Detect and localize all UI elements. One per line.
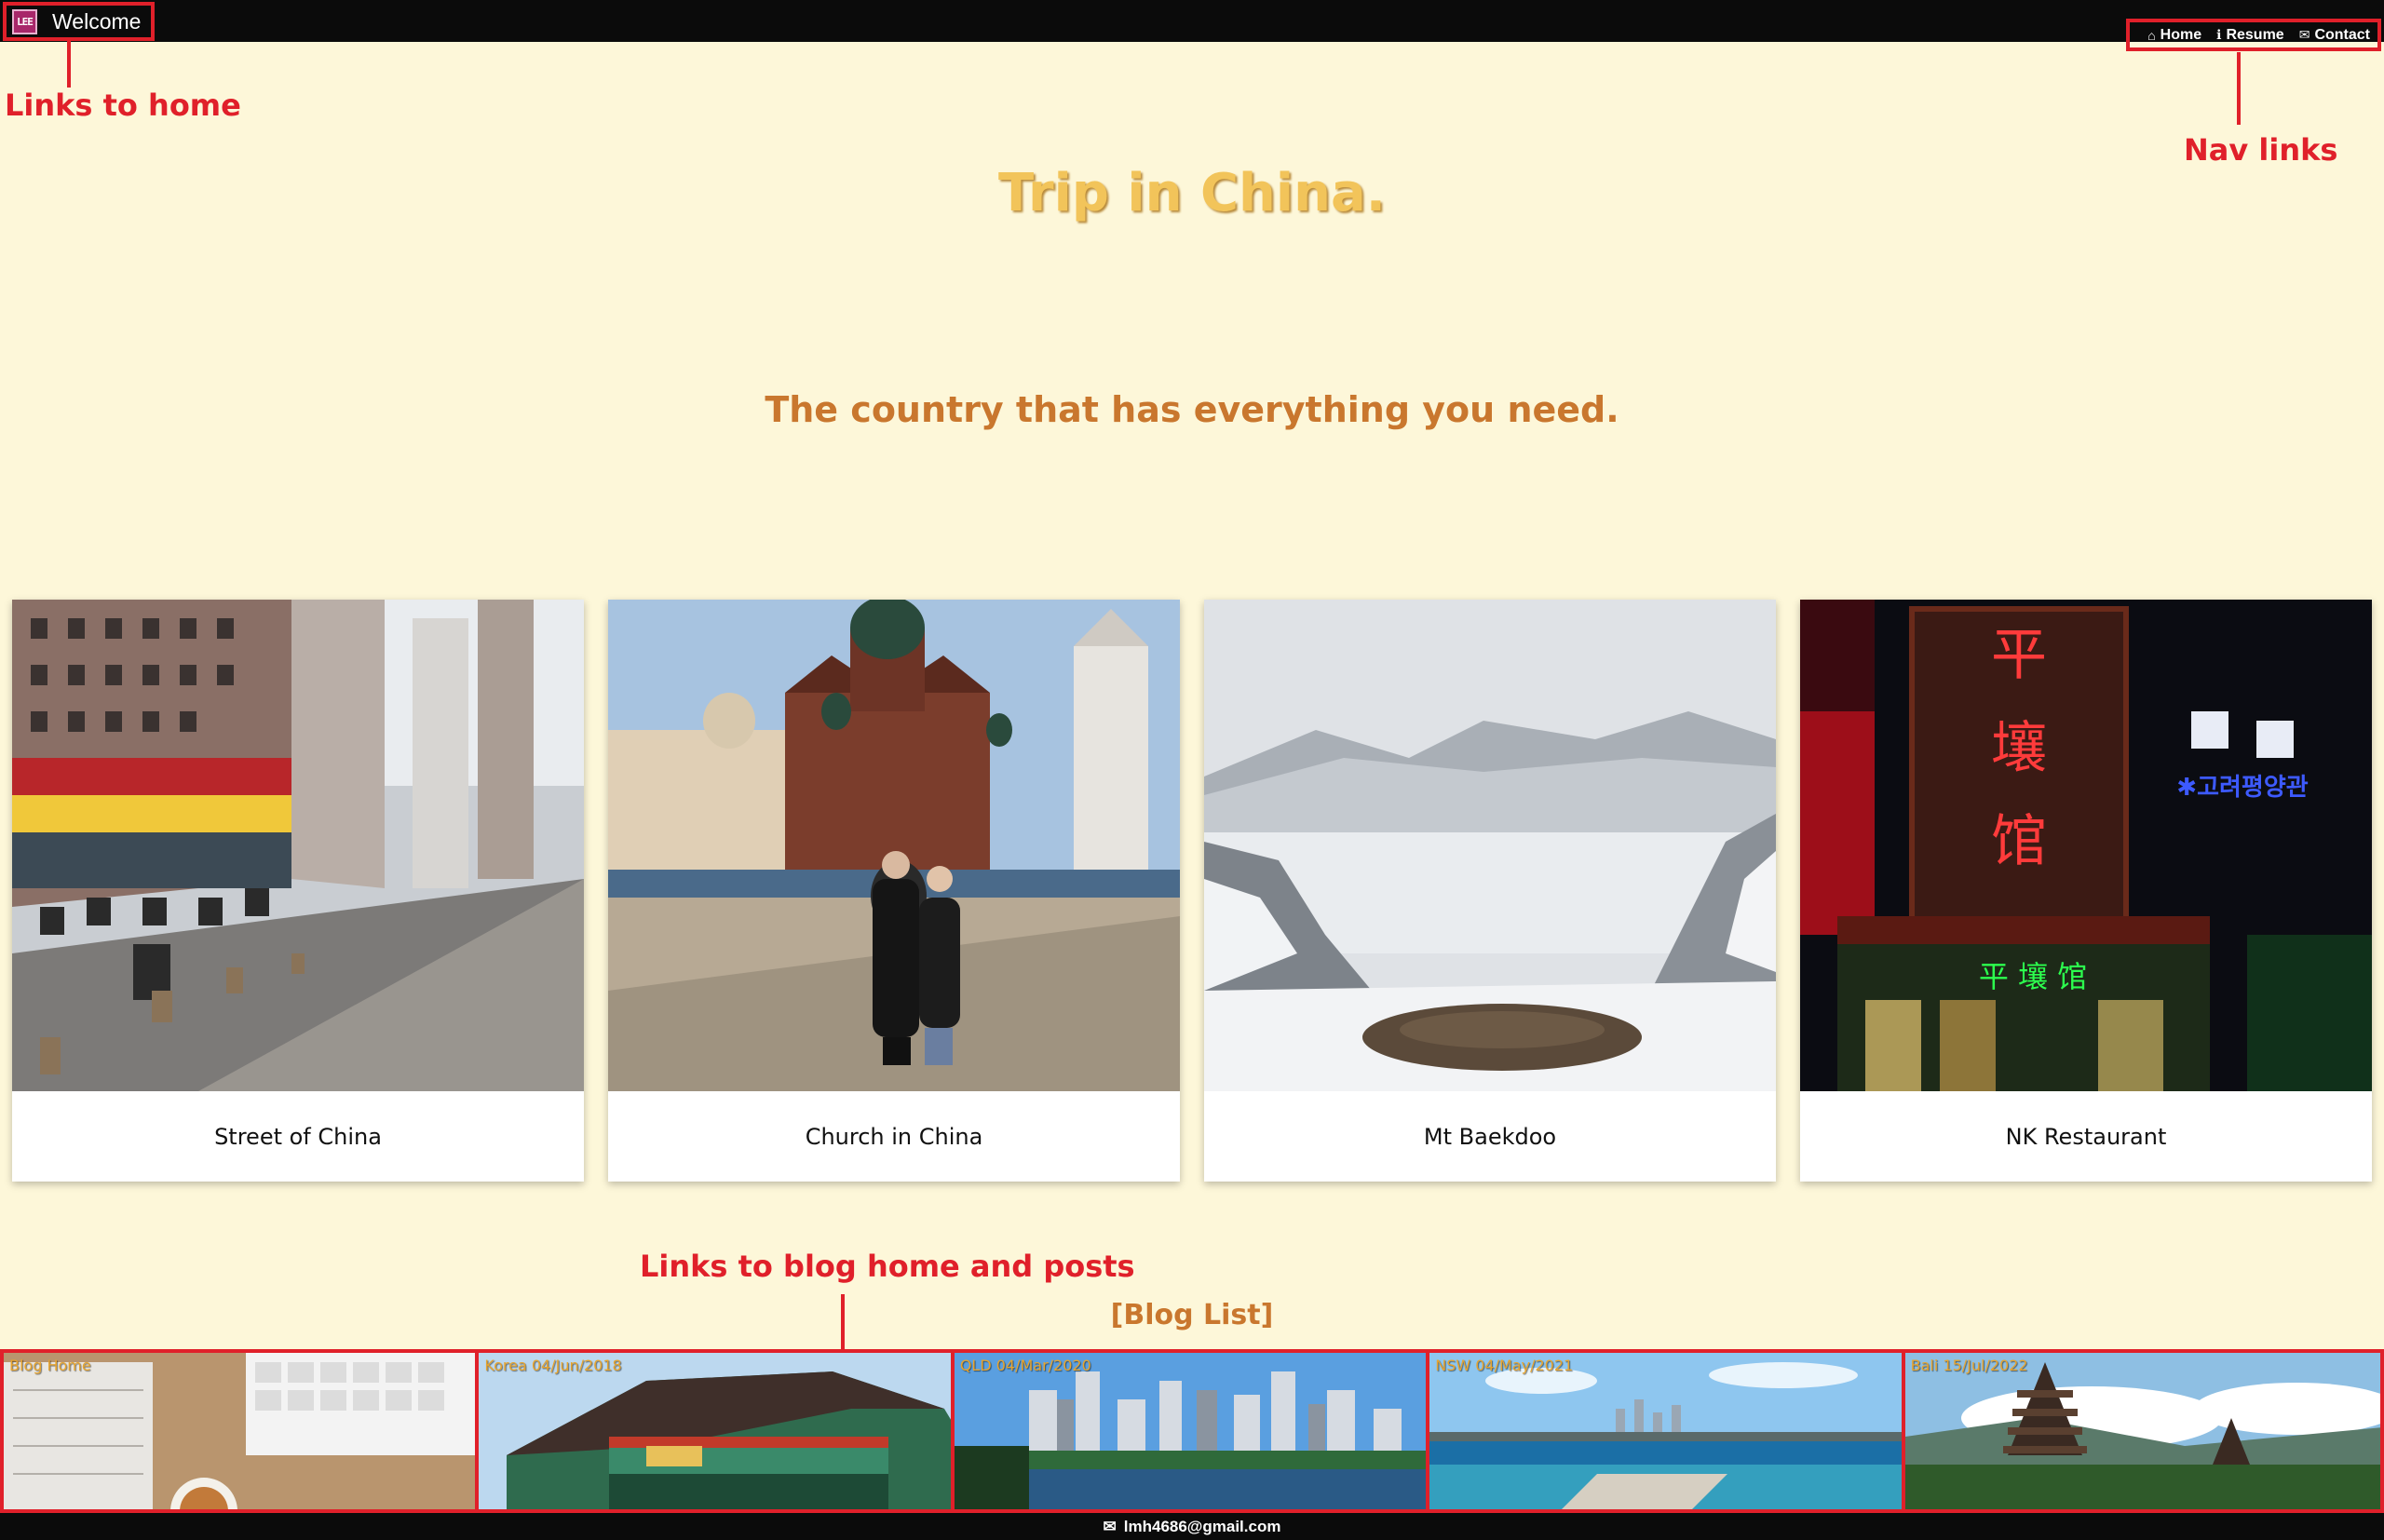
blog-list-label: [Blog List] [1110,1299,1274,1331]
annotation-blog: Links to blog home and posts [640,1249,1135,1284]
home-brand-link[interactable]: LEE Welcome [3,2,155,41]
card-caption: Mt Baekdoo [1423,1123,1557,1150]
nav-home-label: Home [2160,26,2202,43]
blog-tag: Blog Home [9,1357,91,1374]
brand-text: Welcome [52,8,142,34]
nav-links: ⌂ Home ℹ Resume ✉ Contact [2126,19,2381,51]
street-photo [12,600,584,1091]
blog-home-link[interactable]: Blog Home [4,1353,480,1509]
svg-text:壤: 壤 [1991,716,2047,781]
brand-logo-icon: LEE [12,8,37,34]
annotation-line-home [67,41,71,88]
mail-icon: ✉ [2298,27,2310,42]
blog-tag: QLD 04/Mar/2020 [959,1357,1091,1374]
page-subtitle: The country that has everything you need… [765,389,1619,430]
blog-nsw-thumbnail [1429,1353,1902,1509]
footer-email-link[interactable]: lmh4686@gmail.com [1124,1518,1281,1536]
svg-text:✱고려평양관: ✱고려평양관 [2176,774,2308,802]
card-caption: NK Restaurant [2005,1123,2167,1150]
blog-post-bali-link[interactable]: Bali 15/Jul/2022 [1904,1353,2381,1509]
svg-text:平: 平 [1991,623,2047,688]
blog-tag: NSW 04/May/2021 [1435,1357,1574,1374]
blog-tag: Bali 15/Jul/2022 [1910,1357,2028,1374]
photo-cards: Street of China Church in China Mt Baekd… [12,600,2372,1182]
blog-post-qld-link[interactable]: QLD 04/Mar/2020 [954,1353,1430,1509]
page-title: Trip in China. [997,163,1387,223]
home-icon: ⌂ [2147,27,2156,43]
photo-card-restaurant[interactable]: 平 壤 馆 ✱고려평양관 平 壤 馆 NK Restaurant [1800,600,2372,1182]
photo-card-mountain[interactable]: Mt Baekdoo [1204,600,1776,1182]
blog-korea-thumbnail [479,1353,951,1509]
nav-resume-link[interactable]: ℹ Resume [2216,27,2284,44]
blog-home-thumbnail [4,1353,476,1509]
info-icon: ℹ [2216,27,2222,42]
blog-post-korea-link[interactable]: Korea 04/Jun/2018 [479,1353,955,1509]
annotation-line-nav [2237,52,2241,125]
blog-bali-thumbnail [1904,1353,2381,1509]
photo-card-street[interactable]: Street of China [12,600,584,1182]
card-caption: Street of China [214,1123,382,1150]
svg-text:馆: 馆 [1991,809,2047,874]
nav-resume-label: Resume [2226,26,2284,43]
blog-qld-thumbnail [954,1353,1427,1509]
photo-card-church[interactable]: Church in China [608,600,1180,1182]
nav-home-link[interactable]: ⌂ Home [2147,27,2201,44]
mountain-photo [1204,600,1776,1091]
church-photo [608,600,1180,1091]
card-caption: Church in China [805,1123,983,1150]
nav-contact-label: Contact [2314,26,2370,43]
blog-post-nsw-link[interactable]: NSW 04/May/2021 [1429,1353,1905,1509]
restaurant-photo: 平 壤 馆 ✱고려평양관 平 壤 馆 [1800,600,2372,1091]
annotation-home: Links to home [5,88,241,123]
blog-list: Blog Home Korea 04/Jun/2018 QLD 04/Mar/2… [0,1349,2384,1513]
blog-tag: Korea 04/Jun/2018 [484,1357,622,1374]
footer: ✉ lmh4686@gmail.com [0,1513,2384,1540]
svg-text:平 壤 馆: 平 壤 馆 [1979,959,2087,994]
nav-contact-link[interactable]: ✉ Contact [2299,27,2370,44]
top-navbar: LEE Welcome ⌂ Home ℹ Resume ✉ Contact [0,0,2384,51]
mail-icon: ✉ [1103,1517,1117,1535]
